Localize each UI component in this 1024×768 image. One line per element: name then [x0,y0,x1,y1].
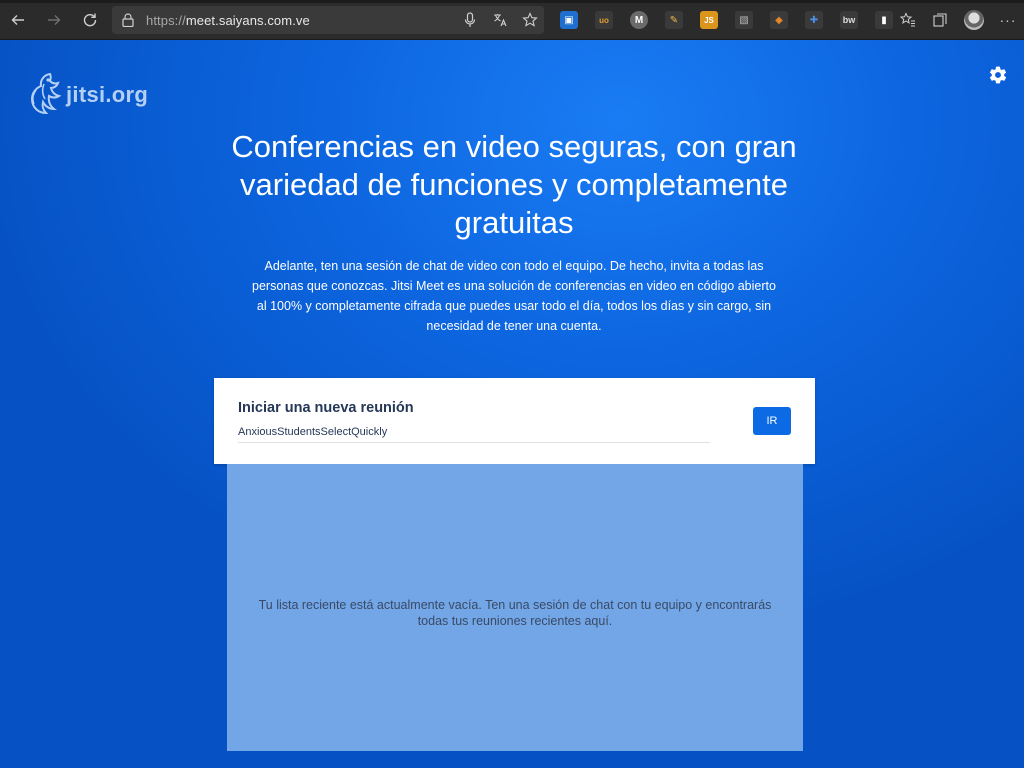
jitsi-welcome-page: jitsi.org Conferencias en video seguras,… [0,40,1024,768]
extension-icon[interactable]: JS [700,11,718,29]
extension-icon[interactable]: uo [595,11,613,29]
arrow-left-icon [11,14,24,25]
url-host: meet.saiyans.com.ve [185,12,310,28]
hero-headline: Conferencias en video seguras, con gran … [231,129,797,240]
back-button[interactable] [0,0,36,40]
refresh-icon [83,13,97,26]
more-options-icon[interactable]: ··· [1000,12,1016,28]
jitsi-logo[interactable]: jitsi.org [24,70,148,120]
forward-button[interactable] [36,0,72,40]
jitsi-logo-text: jitsi.org [66,82,149,107]
refresh-button[interactable] [72,0,108,40]
translate-icon[interactable] [492,12,508,28]
extension-icon[interactable]: M [630,11,648,29]
extension-icon[interactable]: ✚ [805,11,823,29]
extension-icon[interactable]: ▮ [875,11,893,29]
url-text: https://meet.saiyans.com.ve [146,13,310,28]
collections-icon[interactable] [932,12,948,28]
favorite-star-icon[interactable] [522,12,538,28]
extension-icon[interactable]: ▣ [560,11,578,29]
extension-icon[interactable]: ▧ [735,11,753,29]
gear-icon[interactable] [988,65,1008,85]
extensions-bar: ▣ uo M ✎ JS ▧ ◆ ✚ bw ▮ [560,8,910,32]
extension-icon[interactable]: bw [840,11,858,29]
hero-description: Adelante, ten una sesión de chat de vide… [252,259,776,333]
jitsi-logo-mark-icon [30,72,62,115]
new-meeting-title: Iniciar una nueva reunión [238,400,414,416]
arrow-right-icon [48,14,61,25]
profile-avatar[interactable] [964,10,984,30]
recent-empty-message: Tu lista reciente está actualmente vacía… [258,597,772,628]
url-scheme: https:// [146,12,186,28]
new-meeting-card: Iniciar una nueva reunión IR [214,378,815,464]
extension-icon[interactable]: ✎ [665,11,683,29]
room-name-input[interactable] [238,422,710,443]
extension-icon[interactable]: ◆ [770,11,788,29]
microphone-icon[interactable] [462,12,478,28]
favorites-icon[interactable] [900,12,916,28]
browser-toolbar: https://meet.saiyans.com.ve ▣ uo M ✎ JS … [0,0,1024,40]
address-bar[interactable]: https://meet.saiyans.com.ve [112,6,544,34]
go-button[interactable]: IR [753,407,791,435]
lock-icon [122,13,134,27]
recent-meetings-panel: Tu lista reciente está actualmente vacía… [227,464,803,751]
